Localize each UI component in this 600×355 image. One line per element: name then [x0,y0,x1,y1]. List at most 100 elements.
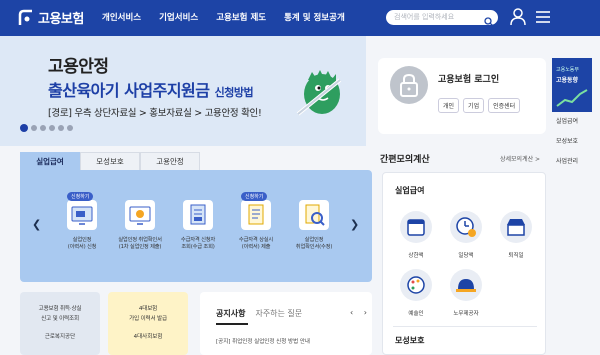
screen-upload-icon [125,200,155,230]
calc-item-label: 퇴직일 [508,253,524,259]
quick-link-org: 근로복지공단 [44,334,76,340]
prev-arrow-icon[interactable]: ❮ [32,218,41,231]
calc-item-label: 상한액 [408,253,424,259]
apply-badge: 신청하기 [67,192,94,201]
helmet-icon [450,269,482,301]
search-input[interactable]: 검색어를 입력하세요 [386,10,498,27]
login-card: 고용보험 로그인 개인 기업 인증센터 [378,58,546,134]
tab-faq[interactable]: 자주하는 질문 [255,308,302,319]
service-item[interactable]: 수급자격 상실시 (이력서) 제출 [227,200,285,251]
side-promo-line2: 고용동향 [556,77,579,84]
nav-item-business[interactable]: 기업서비스 [159,11,198,23]
divider [393,326,537,327]
service-item[interactable]: 실업인정 취업확인서 (1차 실업인정 제출) [111,200,169,251]
notice-tabs: 공지사항 자주하는 질문 [216,308,302,319]
calc-item[interactable]: 상한액 [393,211,439,259]
calc-item[interactable]: 예술인 [393,269,439,317]
login-cert-center-button[interactable]: 인증센터 [488,98,521,113]
hamburger-menu-icon[interactable] [535,9,551,28]
tab-notice[interactable]: 공지사항 [216,308,245,319]
calc-item[interactable]: 퇴직일 [493,211,539,259]
side-promo-banner[interactable]: 고용노동부 고용동향 [552,58,592,112]
nav-item-system[interactable]: 고용보험 제도 [216,11,266,23]
notice-panel: 공지사항 자주하는 질문 ‹ › [공지] 취업인정 실업인정 신청 방법 안내 [200,292,372,355]
service-label: 실업인정 취업확인서(수정) [295,237,333,250]
calculator-title: 간편모의계산 [380,155,430,165]
service-item[interactable]: 수급자격 신청자 조회(수급 조회) [169,200,227,251]
service-list: ❮ ❯ 실업인정 (이력서) 신청 신청하기 실업인정 취업확인서 (1차 실업… [20,170,372,282]
header: 고용보험 개인서비스 기업서비스 고용보험 제도 통계 및 정보공개 검색어를 … [0,0,600,36]
tab-unemployment[interactable]: 실업급여 [20,152,80,170]
calc-item-label: 예술인 [408,311,424,317]
pagination-dot[interactable] [58,125,64,131]
pagination-dot[interactable] [49,125,55,131]
pagination-dot[interactable] [20,124,28,132]
banner-headline-suffix: 신청방법 [214,86,254,99]
search-icon[interactable] [484,12,494,31]
service-item[interactable]: 실업인정 (이력서) 신청 [53,200,111,251]
nav-item-statistics[interactable]: 통계 및 정보공개 [284,11,345,23]
quick-link-org: 4대사회보험 [133,334,163,340]
main-nav: 개인서비스 기업서비스 고용보험 제도 통계 및 정보공개 [102,11,345,23]
banner-headline-main: 출산육아기 사업주지원금 [48,81,210,100]
quick-link-insurance-history[interactable]: 고용보험 취득·상실 신고 및 이력조회 근로복지공단 [20,292,100,355]
side-link-business[interactable]: 사업관리 [556,156,578,165]
service-tabs-panel: 실업급여 모성보호 고용안정 ❮ ❯ 실업인정 (이력서) 신청 신청하기 실업… [20,152,372,282]
pagination-dot[interactable] [31,125,37,131]
user-icon[interactable] [510,8,526,30]
side-quick-links: 실업급여 모성보호 사업관리 [556,116,578,176]
search-placeholder: 검색어를 입력하세요 [394,13,455,21]
login-business-button[interactable]: 기업 [463,98,485,113]
logo-icon [18,9,34,27]
monitor-document-icon [67,200,97,230]
tab-maternity[interactable]: 모성보호 [80,152,140,170]
calculator-more-link[interactable]: 상세모의계산 > [500,154,540,163]
apply-badge: 신청하기 [241,192,268,201]
logo-text: 고용보험 [38,12,84,27]
banner-pagination [20,124,73,132]
clock-coin-icon [450,211,482,243]
dinosaur-mascot-icon [292,58,352,122]
login-buttons: 개인 기업 인증센터 [438,98,521,113]
login-title: 고용보험 로그인 [438,75,500,85]
active-tab-underline [216,323,248,325]
service-tabs: 실업급여 모성보호 고용안정 [20,152,372,170]
calc-item[interactable]: 노무제공자 [443,269,489,317]
quick-link-four-insurance[interactable]: 4대보험 가입 이력서 발급 4대사회보험 [108,292,188,355]
calendar-icon [400,211,432,243]
side-link-unemployment[interactable]: 실업급여 [556,116,578,125]
service-item[interactable]: 실업인정 취업확인서(수정) [285,200,343,251]
login-personal-button[interactable]: 개인 [438,98,460,113]
service-label: 실업인정 취업확인서 (1차 실업인정 제출) [118,237,162,250]
next-arrow-icon[interactable]: ❯ [350,218,359,231]
quick-link-text: 고용보험 취득·상실 신고 및 이력조회 [38,306,82,322]
notice-nav-arrows[interactable]: ‹ › [350,308,371,317]
banner-headline: 출산육아기 사업주지원금 신청방법 [48,77,254,101]
calculator-section-unemployment: 실업급여 [395,186,425,195]
store-icon [500,211,532,243]
calc-item[interactable]: 일당액 [443,211,489,259]
service-label: 실업인정 (이력서) 신청 [67,237,97,250]
calculator-card: 실업급여 상한액 일당액 퇴직일 예술인 노무제공자 모성보호 [382,172,546,355]
service-label: 수급자격 상실시 (이력서) 제출 [238,237,274,250]
palette-icon [400,269,432,301]
service-label: 수급자격 신청자 조회(수급 조회) [180,237,216,250]
logo[interactable]: 고용보험 [18,8,84,27]
tab-employment-stability[interactable]: 고용안정 [140,152,200,170]
lock-icon [390,66,428,104]
document-check-icon [183,200,213,230]
side-promo-line1: 고용노동부 [556,67,580,73]
pagination-dot[interactable] [40,125,46,131]
calculator-section-maternity: 모성보호 [395,336,425,345]
document-list-icon [241,200,271,230]
quick-link-text: 4대보험 가입 이력서 발급 [129,306,167,322]
side-link-maternity[interactable]: 모성보호 [556,136,578,145]
pagination-dot[interactable] [67,125,73,131]
magnifier-document-icon [299,200,329,230]
calc-item-label: 노무제공자 [453,311,479,317]
banner-title: 고용안정 [48,57,109,77]
notice-item[interactable]: [공지] 취업인정 실업인정 신청 방법 안내 [216,337,310,345]
calc-item-label: 일당액 [458,253,474,259]
banner-path: [경로] 우측 상단자료실 > 홍보자료실 > 고용안정 확인! [48,108,262,119]
nav-item-personal[interactable]: 개인서비스 [102,11,141,23]
